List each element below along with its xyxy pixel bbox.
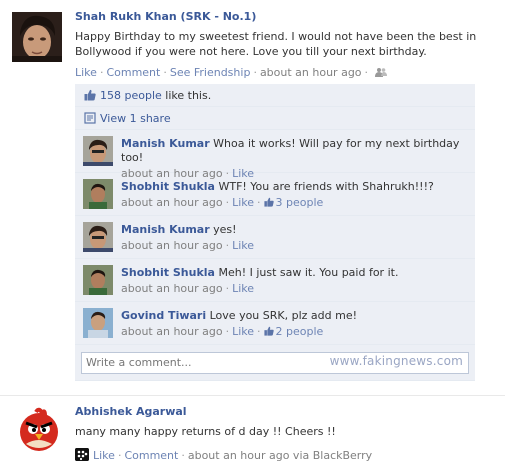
comment-author[interactable]: Manish Kumar xyxy=(121,223,210,236)
comment-meta: about an hour ago · Like xyxy=(121,282,255,295)
comment-timestamp[interactable]: about an hour ago xyxy=(121,239,223,252)
comment-text: WTF! You are friends with Shahrukh!!!? xyxy=(218,180,434,193)
comment-author[interactable]: Govind Tiwari xyxy=(121,309,206,322)
thumbs-up-icon xyxy=(263,197,274,207)
blackberry-icon xyxy=(75,448,89,461)
comment-author[interactable]: Shobhit Shukla xyxy=(121,180,215,193)
comment-likes-count[interactable]: 3 people xyxy=(276,196,324,209)
angry-bird-avatar[interactable] xyxy=(14,404,64,454)
post-timestamp[interactable]: about an hour ago xyxy=(260,66,362,79)
comment-like-button[interactable]: Like xyxy=(232,196,254,209)
share-icon xyxy=(84,109,96,124)
comment-item: Shobhit Shukla WTF! You are friends with… xyxy=(75,173,475,216)
post-message: Happy Birthday to my sweetest friend. I … xyxy=(75,30,477,58)
post-author[interactable]: Shah Rukh Khan (SRK - No.1) xyxy=(75,10,256,23)
likes-count-link[interactable]: 158 people xyxy=(100,89,162,102)
comment-text: Meh! I just saw it. You paid for it. xyxy=(218,266,399,279)
second-post: Abhishek Agarwal many many happy returns… xyxy=(0,395,505,475)
comment-meta: about an hour ago · Like xyxy=(121,239,255,252)
write-comment-area: Write a comment... www.fakingnews.com xyxy=(75,345,475,381)
shobhit-avatar[interactable] xyxy=(83,265,113,295)
friends-icon[interactable] xyxy=(375,67,388,77)
srk-avatar[interactable] xyxy=(12,12,62,62)
comment-item: Manish Kumar Whoa it works! Will pay for… xyxy=(75,130,475,180)
post-meta: Like · Comment · about an hour ago via Black… xyxy=(75,448,495,462)
comment-like-button[interactable]: Like xyxy=(232,325,254,338)
like-button[interactable]: Like xyxy=(93,449,115,462)
comment-author[interactable]: Shobhit Shukla xyxy=(121,266,215,279)
comment-likes-count[interactable]: 2 people xyxy=(276,325,324,338)
comment-meta: about an hour ago · Like · 2 people xyxy=(121,325,324,338)
post-timestamp[interactable]: about an hour ago via BlackBerry xyxy=(188,449,372,462)
comment-item: Govind Tiwari Love you SRK, plz add me! … xyxy=(75,302,475,345)
manish-avatar[interactable] xyxy=(83,222,113,252)
feedback-box: 158 people like this. View 1 share Manis… xyxy=(75,84,475,381)
likes-suffix: like this. xyxy=(165,89,212,102)
comment-like-button[interactable]: Like xyxy=(232,282,254,295)
thumbs-up-icon xyxy=(84,86,96,101)
govind-avatar[interactable] xyxy=(83,308,113,338)
see-friendship-link[interactable]: See Friendship xyxy=(170,66,251,79)
post-meta: Like · Comment · See Friendship · about an hou… xyxy=(75,66,495,79)
manish-avatar[interactable] xyxy=(83,136,113,166)
watermark: www.fakingnews.com xyxy=(329,354,463,368)
comment-button[interactable]: Comment xyxy=(106,66,160,79)
comment-timestamp[interactable]: about an hour ago xyxy=(121,325,223,338)
comment-item: Manish Kumar yes! about an hour ago · Like xyxy=(75,216,475,259)
thumbs-up-icon xyxy=(263,326,274,336)
view-shares-link[interactable]: View 1 share xyxy=(100,112,171,125)
post-message: many many happy returns of d day !! Chee… xyxy=(75,425,336,438)
comment-like-button[interactable]: Like xyxy=(232,239,254,252)
comment-timestamp[interactable]: about an hour ago xyxy=(121,282,223,295)
comment-timestamp[interactable]: about an hour ago xyxy=(121,196,223,209)
like-button[interactable]: Like xyxy=(75,66,97,79)
shares-row[interactable]: View 1 share xyxy=(75,107,475,130)
comment-meta: about an hour ago · Like · 3 people xyxy=(121,196,324,209)
likes-row: 158 people like this. xyxy=(75,84,475,107)
comment-author[interactable]: Manish Kumar xyxy=(121,137,210,150)
comment-text: Love you SRK, plz add me! xyxy=(209,309,358,322)
post-author[interactable]: Abhishek Agarwal xyxy=(75,405,187,418)
comment-button[interactable]: Comment xyxy=(124,449,178,462)
shobhit-avatar[interactable] xyxy=(83,179,113,209)
comment-item: Shobhit Shukla Meh! I just saw it. You p… xyxy=(75,259,475,302)
comment-text: yes! xyxy=(213,223,237,236)
